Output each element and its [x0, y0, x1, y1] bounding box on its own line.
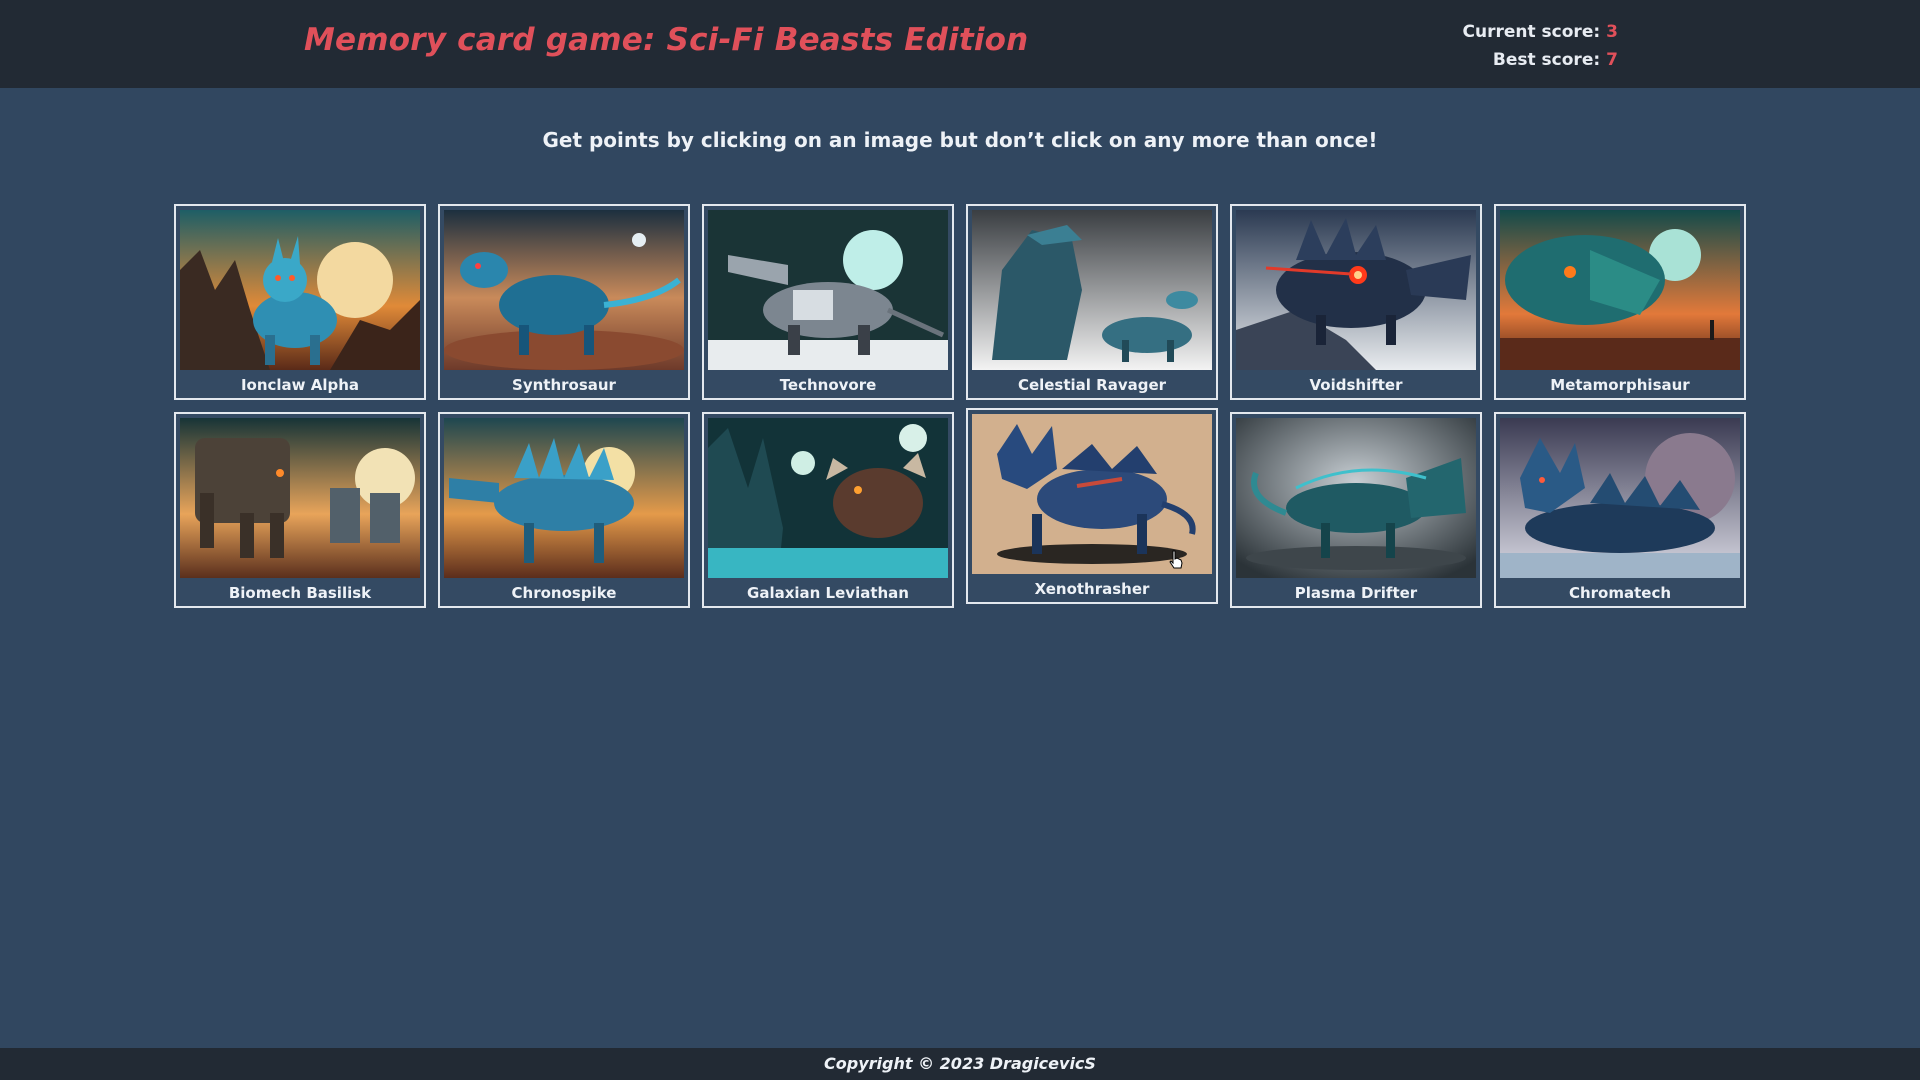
card-label: Biomech Basilisk	[228, 584, 372, 602]
beast-artwork	[444, 210, 684, 370]
card-chromatech[interactable]: Chromatech	[1494, 412, 1746, 608]
footer-copyright: Copyright © 2023 DragicevicS	[0, 1048, 1920, 1080]
beast-artwork	[708, 210, 948, 370]
card-grid: Ionclaw Alpha Synthrosaur Technovore Cel…	[174, 204, 1748, 608]
card-label: Xenothrasher	[1034, 580, 1150, 598]
beast-artwork	[180, 418, 420, 578]
page-title: Memory card game: Sci-Fi Beasts Edition	[304, 22, 1029, 58]
card-synthrosaur[interactable]: Synthrosaur	[438, 204, 690, 400]
card-plasma-drifter[interactable]: Plasma Drifter	[1230, 412, 1482, 608]
card-xenothrasher[interactable]: Xenothrasher	[966, 408, 1218, 604]
card-label: Plasma Drifter	[1294, 584, 1418, 602]
card-ionclaw-alpha[interactable]: Ionclaw Alpha	[174, 204, 426, 400]
beast-artwork	[708, 418, 948, 578]
card-label: Metamorphisaur	[1550, 376, 1690, 394]
card-celestial-ravager[interactable]: Celestial Ravager	[966, 204, 1218, 400]
card-voidshifter[interactable]: Voidshifter	[1230, 204, 1482, 400]
beast-artwork	[1500, 418, 1740, 578]
card-biomech-basilisk[interactable]: Biomech Basilisk	[174, 412, 426, 608]
header-bar: Memory card game: Sci-Fi Beasts Edition …	[0, 0, 1920, 88]
pointer-hand-icon	[1169, 550, 1183, 569]
score-panel: Current score: 3 Best score: 7	[1463, 18, 1618, 74]
card-label: Celestial Ravager	[1017, 376, 1167, 394]
card-label: Chromatech	[1568, 584, 1672, 602]
beast-artwork	[444, 418, 684, 578]
best-score-row: Best score: 7	[1463, 46, 1618, 74]
card-label: Chronospike	[511, 584, 617, 602]
card-technovore[interactable]: Technovore	[702, 204, 954, 400]
instructions-text: Get points by clicking on an image but d…	[542, 128, 1378, 152]
card-label: Ionclaw Alpha	[240, 376, 360, 394]
card-chronospike[interactable]: Chronospike	[438, 412, 690, 608]
beast-artwork	[1500, 210, 1740, 370]
card-metamorphisaur[interactable]: Metamorphisaur	[1494, 204, 1746, 400]
best-score-value: 7	[1606, 50, 1618, 70]
beast-artwork	[180, 210, 420, 370]
beast-artwork	[1236, 418, 1476, 578]
current-score-row: Current score: 3	[1463, 18, 1618, 46]
beast-artwork	[1236, 210, 1476, 370]
card-label: Galaxian Leviathan	[747, 584, 909, 602]
best-score-label: Best score:	[1492, 50, 1601, 70]
beast-artwork	[972, 210, 1212, 370]
card-label: Voidshifter	[1309, 376, 1403, 394]
card-label: Synthrosaur	[512, 376, 616, 394]
card-galaxian-leviathan[interactable]: Galaxian Leviathan	[702, 412, 954, 608]
current-score-label: Current score:	[1462, 22, 1601, 42]
card-label: Technovore	[779, 376, 877, 394]
current-score-value: 3	[1606, 22, 1618, 42]
